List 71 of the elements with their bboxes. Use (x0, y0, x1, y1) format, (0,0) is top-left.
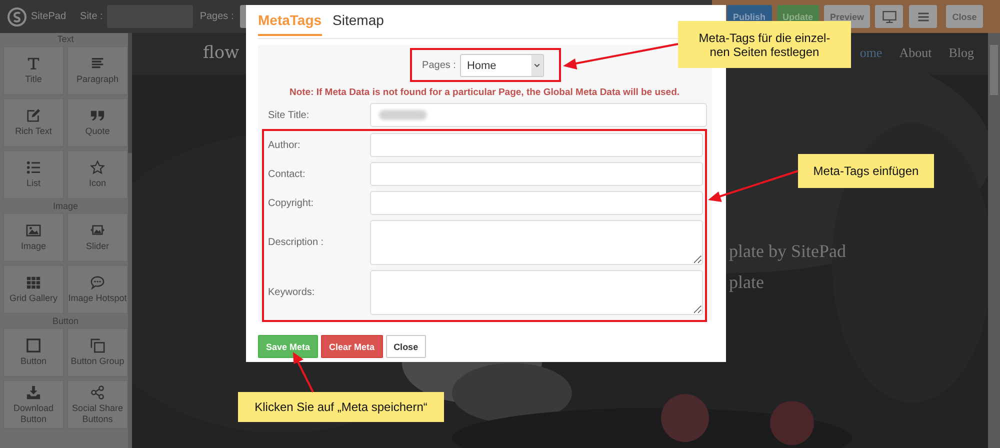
hero-heading: plate by SitePad (729, 241, 847, 262)
nav-link[interactable]: About (899, 45, 932, 61)
site-logo[interactable]: flow (203, 43, 240, 63)
widget-tile[interactable]: Grid Gallery (3, 265, 64, 314)
menu-button[interactable] (909, 5, 938, 28)
text-field[interactable] (370, 162, 703, 186)
edit-icon (26, 108, 41, 123)
paragraph-icon (90, 56, 105, 71)
scrollbar[interactable] (988, 33, 1000, 448)
annotation-tooltip: Meta-Tags für die einzel- nen Seiten festlegen (678, 21, 851, 68)
field-label: Copyright: (268, 198, 315, 208)
widget-tile[interactable]: Download Button (3, 380, 64, 429)
slider-icon (90, 223, 105, 238)
share-icon (90, 384, 105, 400)
annotation-tooltip: Klicken Sie auf „Meta speichern“ (238, 392, 444, 422)
widget-tile[interactable]: Button Group (67, 328, 128, 377)
image-icon (26, 223, 41, 238)
pages-select[interactable]: Home (460, 54, 544, 77)
pages-label: Pages : (422, 60, 456, 71)
note-text: Note: If Meta Data is not found for a particular Page, the Global Meta Data will be used. (288, 87, 681, 98)
nav-link[interactable]: Blog (948, 45, 974, 61)
dialog-tab[interactable]: Sitemap (332, 12, 384, 34)
field-label: Keywords: (268, 287, 316, 298)
toolbar-button[interactable]: Close (946, 5, 984, 28)
monitor-icon (882, 10, 897, 24)
blurred-text (379, 110, 427, 120)
widget-tile[interactable]: Icon (67, 150, 128, 199)
widget-tile[interactable]: Title (3, 46, 64, 95)
text-area[interactable] (370, 220, 703, 265)
widget-tile[interactable]: Image (3, 213, 64, 262)
menu-icon (916, 10, 931, 24)
field-label: Description : (268, 237, 325, 248)
dialog-button[interactable]: Clear Meta (321, 335, 383, 358)
nav-link[interactable]: ome (860, 45, 882, 61)
pages-label: Pages : (200, 11, 234, 22)
star-icon (90, 160, 105, 175)
chat-bubble-icon (90, 275, 105, 290)
field-label: Contact: (268, 168, 306, 180)
widget-tile[interactable]: Image Hotspot (67, 265, 128, 314)
list-icon (26, 160, 41, 175)
dialog-tab[interactable]: MetaTags (258, 12, 322, 36)
field-label: Site Title: (268, 110, 310, 120)
pointer-arrow (293, 352, 314, 392)
app-name: SitePad (31, 11, 66, 22)
widget-tile[interactable]: Quote (67, 98, 128, 147)
dialog-button[interactable]: Save Meta (258, 335, 318, 358)
field-label: Author: (268, 140, 302, 150)
widget-tile[interactable]: List (3, 150, 64, 199)
site-title-field[interactable] (370, 103, 707, 127)
annotation-tooltip: Meta-Tags einfügen (798, 154, 934, 188)
caret-icon (530, 55, 543, 76)
widget-tile[interactable]: Social Share Buttons (67, 380, 128, 429)
quote-icon (90, 108, 105, 123)
preview-device-button[interactable] (875, 5, 904, 28)
hero-heading: plate (729, 272, 765, 293)
download-icon (26, 384, 41, 400)
widget-tile[interactable]: Button (3, 328, 64, 377)
stacked-squares-icon (90, 338, 105, 353)
widget-tile[interactable]: Slider (67, 213, 128, 262)
grid-icon (26, 275, 41, 290)
site-label: Site : (80, 11, 103, 22)
text-field[interactable] (370, 191, 703, 215)
widget-tile[interactable]: Rich Text (3, 98, 64, 147)
logo-icon (7, 6, 27, 26)
text-field[interactable] (370, 133, 703, 157)
square-icon (26, 338, 41, 353)
text-area[interactable] (370, 270, 703, 315)
title-icon (26, 56, 41, 71)
dialog-button[interactable]: Close (386, 335, 426, 358)
scrollbar[interactable] (128, 33, 132, 448)
widget-tile[interactable]: Paragraph (67, 46, 128, 95)
